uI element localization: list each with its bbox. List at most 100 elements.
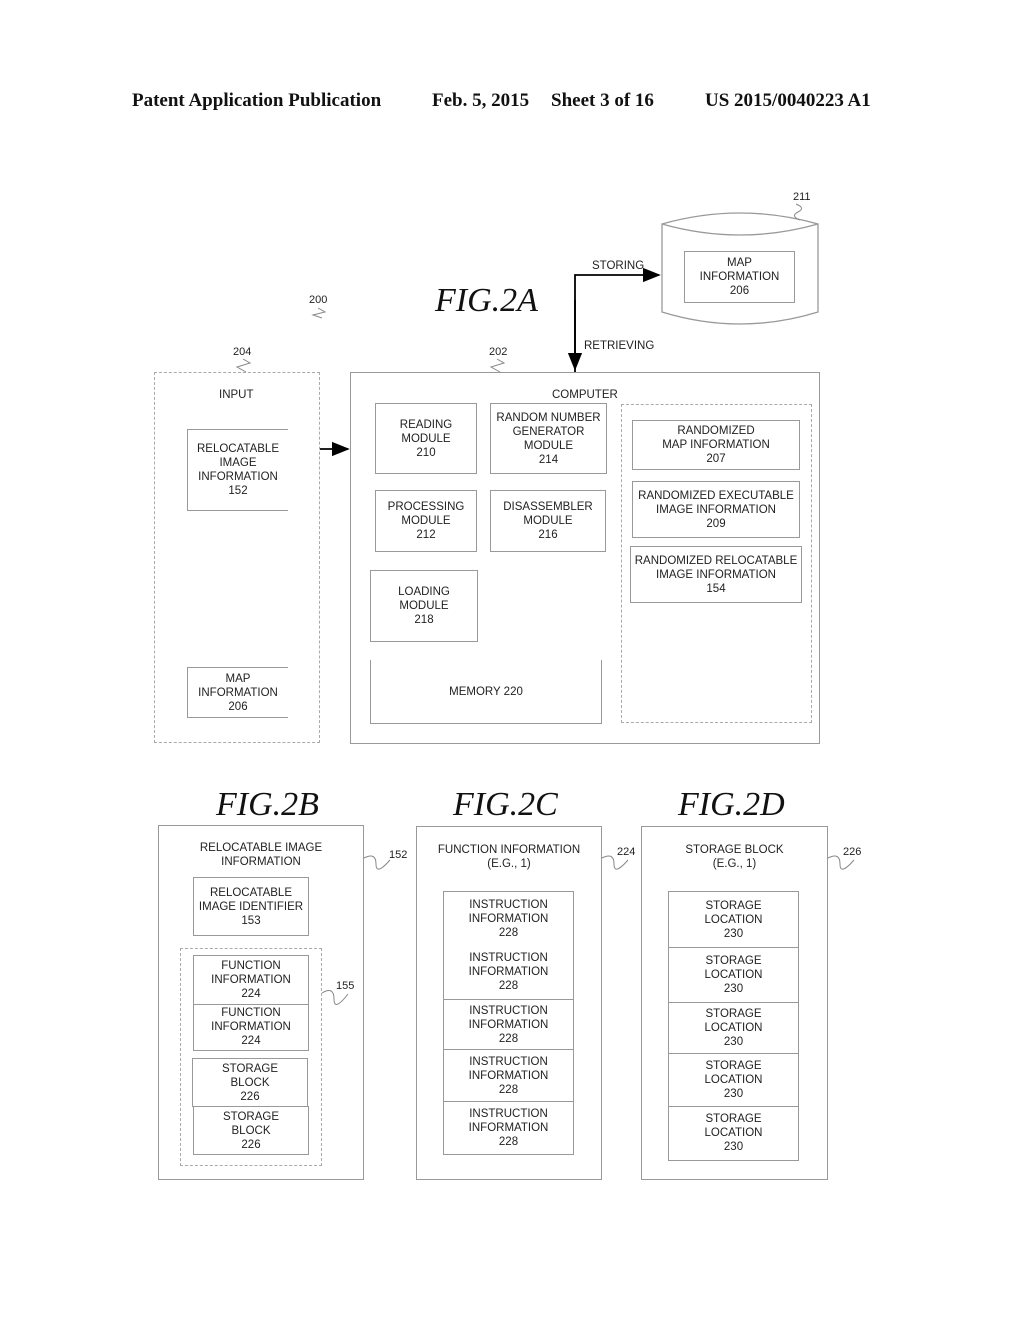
text-line: MODULE <box>523 515 573 527</box>
input-relocatable-image-information: RELOCATABLE IMAGE INFORMATION 152 <box>187 429 288 511</box>
text-line: INFORMATION <box>211 974 291 986</box>
storing-arrow <box>574 267 661 372</box>
text-line: LOCATION <box>704 913 763 926</box>
text-line: IMAGE INFORMATION <box>656 568 776 581</box>
ref-204: 204 <box>233 346 252 358</box>
ref-211: 211 <box>793 191 811 203</box>
fig-2d-heading: STORAGE BLOCK (E.G., 1) <box>641 843 828 871</box>
relocatable-image-identifier: RELOCATABLE IMAGE IDENTIFIER 153 <box>193 877 309 936</box>
text-line: STORAGE BLOCK <box>685 844 784 856</box>
text-line: (E.G., 1) <box>712 858 757 870</box>
text-line: MEMORY 220 <box>449 685 523 698</box>
computer-title: COMPUTER <box>552 389 618 401</box>
text-line: IMAGE IDENTIFIER <box>198 900 304 913</box>
text-line: FUNCTION INFORMATION <box>437 844 581 856</box>
text-line: 152 <box>228 485 248 497</box>
text-line: RANDOMIZED <box>677 425 755 437</box>
text-line: LOCATION <box>704 1127 763 1139</box>
disassembler-module: DISASSEMBLER MODULE 216 <box>490 490 606 552</box>
text-line: MODULE <box>401 432 451 445</box>
instruction-information-item: INSTRUCTION INFORMATION 228 <box>444 999 573 1049</box>
function-information-item: FUNCTION INFORMATION 224 <box>194 956 308 1004</box>
text-line: GENERATOR <box>512 425 585 438</box>
ref-155: 155 <box>336 980 355 992</box>
fig-2b-title: FIG.2B <box>216 786 319 823</box>
text-line: IMAGE <box>219 457 257 469</box>
text-line: STORAGE <box>221 1062 279 1075</box>
text-line: BLOCK <box>230 1076 270 1089</box>
input-map-information: MAP INFORMATION 206 <box>187 667 288 718</box>
text-line: INFORMATION <box>468 1018 549 1031</box>
instruction-information-stack: INSTRUCTION INFORMATION 228 INSTRUCTION … <box>443 891 574 1155</box>
input-title: INPUT <box>219 389 254 401</box>
text-line: INSTRUCTION <box>469 1004 548 1017</box>
text-line: INFORMATION <box>699 271 780 283</box>
function-information-item: FUNCTION INFORMATION 224 <box>194 1004 308 1049</box>
text-line: 207 <box>706 453 726 465</box>
storage-map-information: MAP INFORMATION 206 <box>684 251 795 303</box>
storage-block-item: STORAGE BLOCK 226 <box>192 1058 308 1107</box>
storage-location-item: STORAGE LOCATION 230 <box>669 1002 798 1053</box>
text-line: RANDOMIZED RELOCATABLE <box>634 554 798 567</box>
text-line: 153 <box>241 914 261 927</box>
storage-block-item: STORAGE BLOCK 226 <box>193 1106 309 1155</box>
text-line: MAP <box>727 257 752 269</box>
text-line: RANDOMIZED EXECUTABLE <box>638 489 794 502</box>
text-line: 230 <box>723 1141 744 1153</box>
text-line: 209 <box>706 517 726 530</box>
retrieving-label: RETRIEVING <box>584 340 655 352</box>
ref-224: 224 <box>617 846 636 858</box>
storage-location-item: STORAGE LOCATION 230 <box>669 1053 798 1106</box>
storage-location-item: STORAGE LOCATION 230 <box>669 947 798 1002</box>
instruction-information-item: INSTRUCTION INFORMATION 228 <box>444 945 573 999</box>
storage-location-item: STORAGE LOCATION 230 <box>669 1106 798 1159</box>
text-line: INFORMATION <box>468 1069 549 1082</box>
text-line: INFORMATION <box>468 912 549 925</box>
text-line: BLOCK <box>231 1124 271 1137</box>
text-line: LOCATION <box>704 1022 763 1034</box>
text-line: LOCATION <box>704 1074 763 1086</box>
ref-202: 202 <box>489 346 508 358</box>
randomized-map-information: RANDOMIZED MAP INFORMATION 207 <box>632 420 800 470</box>
text-line: STORAGE <box>705 899 762 912</box>
text-line: MODULE <box>399 600 449 612</box>
storage-location-stack: STORAGE LOCATION 230 STORAGE LOCATION 23… <box>668 891 799 1161</box>
text-line: 154 <box>706 582 726 595</box>
text-line: 228 <box>498 1083 519 1096</box>
text-line: LOADING <box>398 586 450 598</box>
fig-2d-title: FIG.2D <box>678 786 785 823</box>
text-line: STORAGE <box>705 955 762 967</box>
text-line: STORAGE <box>705 1060 762 1072</box>
text-line: 228 <box>498 980 519 992</box>
text-line: 224 <box>241 1035 261 1047</box>
reading-module: READING MODULE 210 <box>375 403 477 474</box>
ref-squiggle-211 <box>794 203 802 221</box>
text-line: INSTRUCTION <box>469 1107 548 1120</box>
memory-220: MEMORY 220 <box>370 660 602 724</box>
text-line: 228 <box>498 926 519 939</box>
fig-2b-heading: RELOCATABLE IMAGE INFORMATION <box>158 841 364 869</box>
text-line: RELOCATABLE <box>209 886 293 899</box>
text-line: 206 <box>228 700 248 713</box>
storing-label: STORING <box>592 260 645 272</box>
text-line: IMAGE INFORMATION <box>656 503 776 516</box>
fig-2c-heading: FUNCTION INFORMATION (E.G., 1) <box>416 843 602 871</box>
text-line: READING <box>399 418 453 431</box>
text-line: 218 <box>414 614 434 626</box>
text-line: 230 <box>723 983 744 995</box>
text-line: RANDOM NUMBER <box>496 411 601 424</box>
ref-squiggle-204 <box>235 358 252 373</box>
text-line: MODULE <box>401 515 451 527</box>
text-line: INFORMATION <box>198 686 278 699</box>
storage-location-item: STORAGE LOCATION 230 <box>669 892 798 947</box>
ref-226: 226 <box>843 846 862 858</box>
function-information-stack: FUNCTION INFORMATION 224 FUNCTION INFORM… <box>193 955 309 1051</box>
text-line: INFORMATION <box>468 966 549 978</box>
text-line: 212 <box>416 529 436 541</box>
text-line: DISASSEMBLER <box>503 501 593 513</box>
randomized-executable-image-information: RANDOMIZED EXECUTABLE IMAGE INFORMATION … <box>632 481 800 538</box>
text-line: (E.G., 1) <box>487 858 531 870</box>
ref-200: 200 <box>309 294 328 306</box>
text-line: STORAGE <box>705 1113 762 1125</box>
text-line: RELOCATABLE <box>196 443 280 455</box>
